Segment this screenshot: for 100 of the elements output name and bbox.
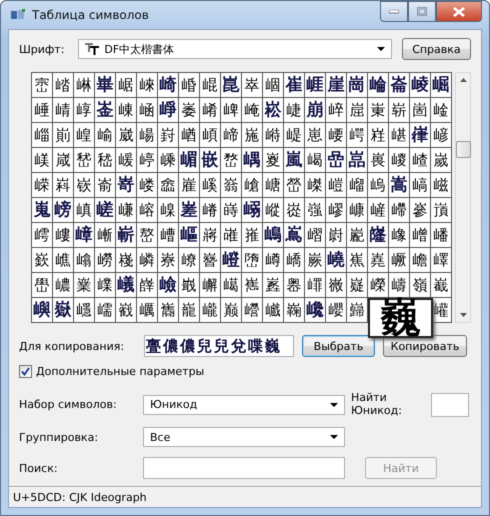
glyph-cell[interactable]: 嶲	[242, 273, 263, 298]
glyph-cell[interactable]: 嶽	[53, 298, 74, 323]
glyph-cell[interactable]: 崍	[137, 73, 158, 98]
glyph-cell[interactable]: 嶃	[95, 223, 116, 248]
glyph-cell[interactable]: 嵌	[200, 148, 221, 173]
glyph-cell[interactable]: 嶜	[200, 248, 221, 273]
glyph-cell[interactable]: 嵣	[263, 173, 284, 198]
glyph-cell[interactable]: 崥	[221, 98, 242, 123]
glyph-cell[interactable]: 巏	[431, 298, 452, 323]
glyph-cell[interactable]: 嵸	[284, 198, 305, 223]
glyph-cell[interactable]: 嵹	[305, 198, 326, 223]
glyph-cell[interactable]: 崰	[32, 123, 53, 148]
glyph-cell[interactable]: 崹	[221, 123, 242, 148]
glyph-cell[interactable]: 嶧	[431, 248, 452, 273]
glyph-cell[interactable]: 嶓	[431, 223, 452, 248]
glyph-cell[interactable]: 崧	[263, 98, 284, 123]
glyph-cell[interactable]: 嶞	[242, 248, 263, 273]
glyph-cell[interactable]: 嵚	[74, 173, 95, 198]
charset-dropdown[interactable]: Юникод	[143, 394, 345, 415]
glyph-cell[interactable]: 嶢	[326, 248, 347, 273]
glyph-cell[interactable]: 嵢	[242, 173, 263, 198]
glyph-cell[interactable]: 嶘	[116, 248, 137, 273]
glyph-cell[interactable]: 嶖	[74, 248, 95, 273]
glyph-cell[interactable]: 嶩	[53, 273, 74, 298]
glyph-cell[interactable]: 嵱	[137, 198, 158, 223]
glyph-cell[interactable]: 崫	[347, 98, 368, 123]
glyph-cell[interactable]: 嶊	[242, 223, 263, 248]
glyph-cell[interactable]: 嶳	[263, 273, 284, 298]
glyph-cell[interactable]: 崈	[32, 73, 53, 98]
unicode-field[interactable]	[431, 392, 469, 417]
glyph-cell[interactable]: 嶗	[95, 248, 116, 273]
glyph-cell[interactable]: 嶅	[137, 223, 158, 248]
close-button[interactable]	[436, 1, 482, 22]
glyph-cell[interactable]: 崌	[116, 73, 137, 98]
glyph-cell[interactable]: 崖	[326, 73, 347, 98]
glyph-cell[interactable]: 嵯	[95, 198, 116, 223]
glyph-cell[interactable]: 嶶	[326, 273, 347, 298]
glyph-cell[interactable]: 崟	[95, 98, 116, 123]
font-dropdown[interactable]: DF中太楷書体	[78, 39, 392, 59]
glyph-cell[interactable]: 嵨	[368, 173, 389, 198]
glyph-cell[interactable]: 崦	[242, 98, 263, 123]
search-field[interactable]	[143, 457, 345, 480]
glyph-cell[interactable]: 嵼	[368, 198, 389, 223]
glyph-cell[interactable]: 嵧	[347, 173, 368, 198]
glyph-cell[interactable]: 嵃	[431, 123, 452, 148]
glyph-cell[interactable]: 嵰	[116, 198, 137, 223]
glyph-cell[interactable]: 嶣	[347, 248, 368, 273]
glyph-cell[interactable]: 嵠	[200, 173, 221, 198]
glyph-cell[interactable]: 巊	[326, 298, 347, 323]
glyph-cell[interactable]: 崤	[200, 98, 221, 123]
glyph-cell[interactable]: 嵴	[200, 198, 221, 223]
glyph-cell[interactable]: 嶬	[116, 273, 137, 298]
glyph-cell[interactable]: 嵞	[158, 173, 179, 198]
maximize-button[interactable]	[408, 1, 436, 22]
glyph-cell[interactable]: 崮	[410, 98, 431, 123]
glyph-cell[interactable]: 崺	[242, 123, 263, 148]
glyph-cell[interactable]: 崽	[305, 123, 326, 148]
glyph-cell[interactable]: 嵁	[389, 123, 410, 148]
glyph-cell[interactable]: 嵾	[410, 198, 431, 223]
glyph-cell[interactable]: 嵈	[116, 148, 137, 173]
glyph-cell[interactable]: 崒	[242, 73, 263, 98]
glyph-cell[interactable]: 嵘	[32, 173, 53, 198]
glyph-cell[interactable]: 嶔	[32, 248, 53, 273]
glyph-cell[interactable]: 嶦	[410, 248, 431, 273]
glyph-cell[interactable]: 崗	[347, 73, 368, 98]
glyph-cell[interactable]: 嵭	[53, 198, 74, 223]
glyph-cell[interactable]: 巇	[263, 298, 284, 323]
glyph-cell[interactable]: 巈	[284, 298, 305, 323]
glyph-cell[interactable]: 嶻	[431, 273, 452, 298]
glyph-cell[interactable]: 嶋	[263, 223, 284, 248]
glyph-cell[interactable]: 嶱	[221, 273, 242, 298]
glyph-cell[interactable]: 嶈	[200, 223, 221, 248]
glyph-cell[interactable]: 嶉	[221, 223, 242, 248]
glyph-cell[interactable]: 嵦	[326, 173, 347, 198]
help-button[interactable]: Справка	[402, 38, 471, 60]
glyph-cell[interactable]: 崓	[263, 73, 284, 98]
select-button[interactable]: Выбрать	[302, 335, 375, 357]
glyph-cell[interactable]: 嵝	[137, 173, 158, 198]
glyph-cell[interactable]: 嶛	[179, 248, 200, 273]
glyph-cell[interactable]: 嶇	[179, 223, 200, 248]
glyph-cell[interactable]: 嶾	[74, 298, 95, 323]
glyph-cell[interactable]: 嵉	[137, 148, 158, 173]
glyph-cell[interactable]: 崚	[410, 73, 431, 98]
glyph-cell[interactable]: 嵀	[368, 123, 389, 148]
scrollbar[interactable]	[455, 72, 471, 323]
glyph-cell[interactable]: 崯	[431, 98, 452, 123]
glyph-cell[interactable]: 崲	[74, 123, 95, 148]
glyph-cell[interactable]: 嵜	[116, 173, 137, 198]
grouping-dropdown[interactable]: Все	[143, 427, 345, 448]
glyph-cell[interactable]: 嵖	[410, 148, 431, 173]
glyph-cell[interactable]: 嶠	[284, 248, 305, 273]
glyph-cell[interactable]: 崭	[389, 98, 410, 123]
glyph-cell[interactable]: 嶐	[368, 223, 389, 248]
glyph-cell[interactable]: 嵥	[305, 173, 326, 198]
glyph-cell[interactable]: 崛	[431, 73, 452, 98]
glyph-cell[interactable]: 嵒	[326, 148, 347, 173]
glyph-cell[interactable]: 崎	[158, 73, 179, 98]
glyph-cell[interactable]: 崙	[389, 73, 410, 98]
copy-field[interactable]: 亹儂儂兒兒兌喋巍	[144, 335, 294, 357]
glyph-cell[interactable]: 崝	[53, 98, 74, 123]
